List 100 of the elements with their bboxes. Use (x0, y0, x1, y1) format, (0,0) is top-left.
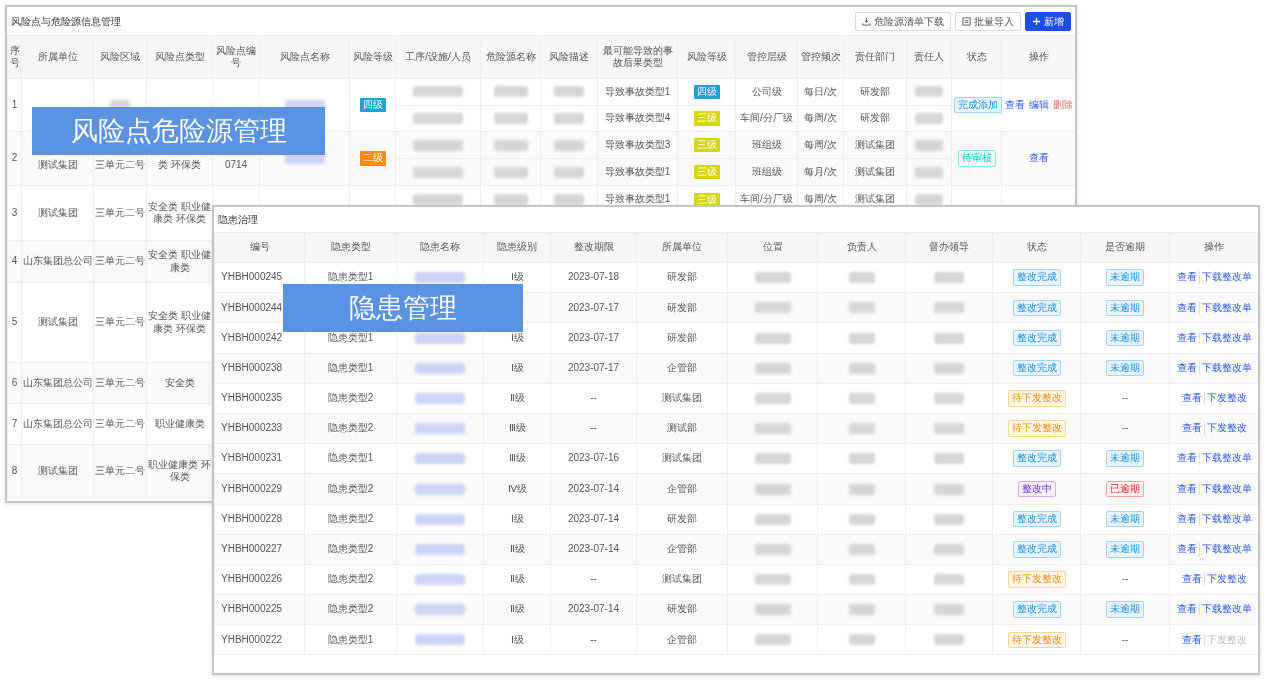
action-link[interactable]: 查看 (1026, 152, 1051, 165)
cell-text: 导致事故类型3 (604, 138, 671, 150)
action-link[interactable]: 查看 (1179, 392, 1204, 405)
cell-text: 安全类 职业健康类 环保类 (148, 200, 211, 224)
blurred-text (848, 302, 875, 314)
status-tag: 整改完成 (1012, 299, 1061, 317)
cell-text: 公司级 (751, 85, 782, 97)
blurred-text (848, 362, 875, 374)
column-header: 最可能导致的事故后果类型 (602, 44, 673, 68)
cell-text: 研发部 (860, 85, 890, 97)
action-link[interactable]: 下载整改单 (1198, 452, 1254, 465)
cell-text: Ⅲ级 (508, 422, 526, 434)
cell-text: 研发部 (667, 271, 697, 283)
column-header: 风险描述 (549, 50, 589, 62)
action-link[interactable]: 查看 (1179, 422, 1204, 435)
column-header: 风险点编号 (216, 44, 256, 68)
action-link[interactable]: 下发整改 (1203, 392, 1249, 405)
cell-text: Ⅱ级 (509, 603, 525, 615)
caption-label: 风险点危险源管理 (32, 107, 325, 155)
import-button[interactable]: 批量导入 (955, 11, 1021, 31)
row-number: 5 (11, 316, 18, 328)
blurred-text (934, 604, 964, 616)
action-link[interactable]: 查看 (1174, 452, 1199, 465)
action-link[interactable]: 查看 (1002, 98, 1027, 112)
column-header: 隐患名称 (420, 241, 460, 253)
blurred-text (915, 166, 943, 178)
cell-text: 车间/分厂级 (740, 112, 793, 123)
cell-text: YHBH000225 (221, 603, 283, 615)
action-link[interactable]: 查看 (1174, 301, 1199, 315)
blurred-text (915, 86, 943, 98)
action-link[interactable]: 下载整改单 (1198, 271, 1254, 284)
action-link[interactable]: 下载整改单 (1198, 603, 1254, 616)
column-header: 风险点类型 (154, 50, 205, 62)
blurred-text (754, 332, 791, 344)
action-link[interactable]: 查看 (1179, 633, 1204, 647)
column-header: 风险区域 (100, 50, 140, 62)
panel-title: 隐患治理 (218, 213, 258, 227)
blurred-text (754, 604, 791, 616)
action-link[interactable]: 查看 (1174, 543, 1199, 556)
column-header: 督办领导 (929, 241, 969, 253)
cell-text: Ⅰ级 (510, 512, 524, 524)
cell-text: 测试集团 (37, 316, 78, 328)
action-link[interactable]: 下发整改 (1203, 422, 1249, 435)
cell-text: 类 环保类 (158, 159, 201, 171)
action-link[interactable]: 下载整改单 (1198, 301, 1254, 315)
cell-text: 安全类 职业健康类 (148, 249, 211, 273)
download-button[interactable]: 危险源清单下载 (855, 11, 951, 31)
blurred-text (754, 483, 791, 495)
action-link[interactable]: 编辑 (1026, 98, 1051, 112)
action-link[interactable]: 下发整改 (1203, 573, 1249, 586)
cell-text: 测试集团 (662, 573, 702, 585)
blurred-text (754, 634, 791, 646)
cell-text: 测试集团 (37, 464, 78, 476)
cell-text: 隐患类型2 (327, 603, 374, 615)
cell-text: YHBH000244 (221, 301, 283, 313)
add-button[interactable]: 新增 (1025, 11, 1071, 31)
action-link[interactable]: 查看 (1174, 482, 1199, 496)
cell-text: 山东集团总公司 (23, 376, 93, 388)
blurred-text (554, 86, 584, 98)
cell-text: Ⅰ级 (510, 633, 524, 645)
cell-text: 三单元二号 (95, 417, 145, 429)
action-link[interactable]: 下载整改单 (1198, 543, 1254, 556)
action-link[interactable]: 查看 (1174, 361, 1199, 375)
action-link[interactable]: 下载整改单 (1198, 331, 1254, 345)
cell-text: YHBH000222 (221, 633, 283, 645)
cell-text: Ⅲ级 (508, 452, 526, 464)
action-link[interactable]: 删除 (1050, 98, 1075, 112)
action-link[interactable]: 查看 (1174, 271, 1199, 284)
cell-text: 隐患类型2 (327, 543, 374, 555)
blurred-text (848, 574, 875, 586)
cell-text: Ⅱ级 (509, 543, 525, 555)
blurred-text (934, 453, 964, 465)
blurred-text (754, 513, 791, 525)
blurred-text (934, 543, 964, 555)
cell-text: Ⅰ级 (510, 361, 524, 373)
blurred-text (415, 574, 465, 586)
blurred-text (493, 112, 528, 124)
action-link[interactable]: 查看 (1179, 573, 1204, 586)
blurred-text (413, 86, 463, 98)
cell-text: 测试集团 (662, 452, 702, 464)
action-link[interactable]: 查看 (1174, 512, 1199, 526)
cell-text: 0714 (224, 159, 248, 171)
blurred-text (554, 139, 584, 151)
cell-text: YHBH000242 (221, 331, 283, 343)
action-link[interactable]: 查看 (1174, 331, 1199, 345)
cell-text: 测试部 (667, 422, 697, 434)
blurred-text (413, 193, 463, 205)
column-header: 所属单位 (662, 241, 702, 253)
cell-text: -- (590, 573, 597, 585)
action-link[interactable]: 查看 (1174, 603, 1199, 616)
cell-text: 隐患类型1 (327, 271, 374, 283)
action-link[interactable]: 下载整改单 (1198, 482, 1254, 496)
cell-text: 测试集团 (37, 206, 78, 218)
status-tag: 整改中 (1017, 480, 1056, 498)
column-header: 整改期限 (573, 241, 614, 253)
cell-text: 三单元二号 (95, 255, 145, 267)
action-link[interactable]: 下载整改单 (1198, 512, 1254, 526)
blurred-text (754, 392, 791, 404)
action-link[interactable]: 下载整改单 (1198, 361, 1254, 375)
blurred-text (934, 483, 964, 495)
